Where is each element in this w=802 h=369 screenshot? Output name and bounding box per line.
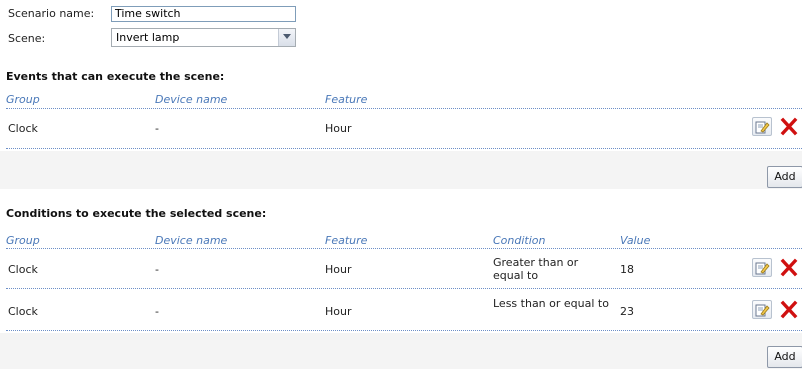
conditions-row-device: - bbox=[155, 305, 159, 318]
delete-icon[interactable] bbox=[779, 258, 799, 277]
conditions-row-value: 23 bbox=[620, 305, 634, 318]
delete-icon[interactable] bbox=[779, 117, 799, 136]
events-footer-band bbox=[0, 151, 802, 189]
conditions-col-device-name: Device name bbox=[155, 234, 228, 247]
add-event-button[interactable]: Add bbox=[767, 166, 802, 188]
conditions-row-feature: Hour bbox=[325, 305, 352, 318]
conditions-row-divider bbox=[6, 288, 802, 289]
edit-icon[interactable] bbox=[752, 300, 772, 319]
conditions-row-feature: Hour bbox=[325, 263, 352, 276]
add-condition-button[interactable]: Add bbox=[767, 346, 802, 368]
edit-icon[interactable] bbox=[752, 117, 772, 136]
scene-select[interactable]: Invert lamp bbox=[111, 28, 296, 47]
conditions-footer-band bbox=[0, 333, 802, 369]
events-col-feature: Feature bbox=[325, 93, 368, 106]
conditions-col-feature: Feature bbox=[325, 234, 368, 247]
conditions-col-value: Value bbox=[620, 234, 651, 247]
scenario-name-label: Scenario name: bbox=[8, 7, 95, 20]
events-section-title: Events that can execute the scene: bbox=[6, 70, 225, 83]
events-col-device-name: Device name bbox=[155, 93, 228, 106]
conditions-col-condition: Condition bbox=[493, 234, 546, 247]
conditions-row-value: 18 bbox=[620, 263, 634, 276]
scene-select-value: Invert lamp bbox=[116, 31, 180, 44]
conditions-section-title: Conditions to execute the selected scene… bbox=[6, 207, 267, 220]
conditions-row-group: Clock bbox=[8, 263, 38, 276]
events-row-device: - bbox=[155, 122, 159, 135]
conditions-header-divider bbox=[6, 248, 802, 249]
events-row-feature: Hour bbox=[325, 122, 352, 135]
conditions-row-divider bbox=[6, 330, 802, 331]
chevron-down-icon[interactable] bbox=[278, 29, 295, 46]
events-header-divider bbox=[6, 108, 802, 109]
scene-label: Scene: bbox=[8, 32, 46, 45]
conditions-row-condition: Less than or equal to bbox=[493, 297, 609, 310]
events-col-group: Group bbox=[6, 93, 40, 106]
edit-icon[interactable] bbox=[752, 258, 772, 277]
conditions-row-condition: Greater than or equal to bbox=[493, 256, 579, 282]
events-row-divider bbox=[6, 148, 802, 149]
events-row-group: Clock bbox=[8, 122, 38, 135]
conditions-row-device: - bbox=[155, 263, 159, 276]
delete-icon[interactable] bbox=[779, 300, 799, 319]
conditions-row-group: Clock bbox=[8, 305, 38, 318]
scenario-name-input[interactable]: Time switch bbox=[111, 6, 296, 22]
conditions-col-group: Group bbox=[6, 234, 40, 247]
